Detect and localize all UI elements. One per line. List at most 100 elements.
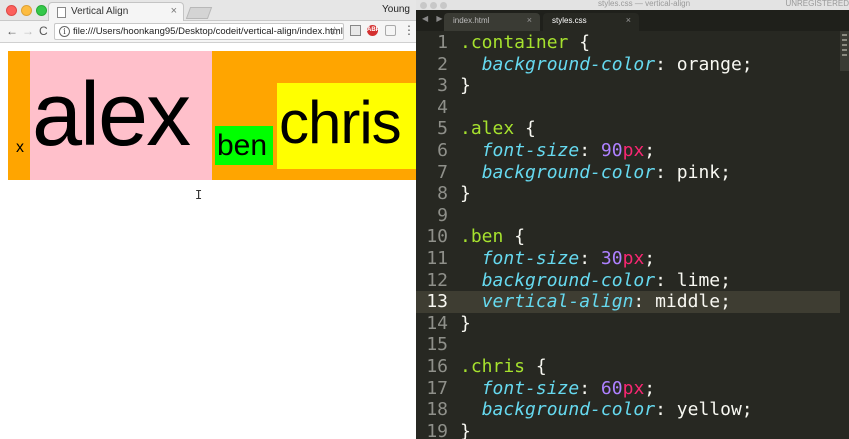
code-line[interactable]: 8} bbox=[416, 183, 840, 205]
profile-name[interactable]: Young bbox=[382, 4, 410, 15]
line-number: 19 bbox=[426, 420, 448, 439]
tab-label: index.html bbox=[453, 16, 490, 25]
browser-tab[interactable]: Vertical Align × bbox=[48, 2, 184, 21]
editor-tab-bar: ◀ ▶ index.html × styles.css × bbox=[416, 10, 849, 31]
line-number: 1 bbox=[437, 32, 448, 53]
tab-close-icon[interactable]: × bbox=[527, 15, 532, 25]
info-icon[interactable]: i bbox=[59, 26, 70, 37]
line-number: 14 bbox=[426, 312, 448, 334]
code-line[interactable]: 16 .chris { bbox=[416, 356, 840, 378]
line-number: 15 bbox=[426, 334, 448, 356]
code-line[interactable]: 2 background-color: orange; bbox=[416, 54, 840, 76]
editor-window: styles.css — vertical-align UNREGISTERED… bbox=[416, 0, 849, 439]
code-line[interactable]: 1 .container { bbox=[416, 32, 840, 54]
code-line[interactable]: 15 bbox=[416, 334, 840, 356]
line-number: 7 bbox=[437, 161, 448, 183]
page-icon bbox=[57, 7, 66, 18]
line-number: 6 bbox=[437, 140, 448, 161]
page-viewport: x alex ben chris I bbox=[0, 44, 416, 439]
maximize-window-button[interactable] bbox=[440, 2, 447, 9]
forward-arrow-icon[interactable]: → bbox=[22, 24, 34, 38]
line-number: 12 bbox=[426, 269, 448, 291]
tab-label: styles.css bbox=[552, 16, 587, 25]
tab-close-icon[interactable]: × bbox=[171, 5, 177, 17]
reload-icon[interactable]: C bbox=[39, 24, 48, 38]
code-text: .chris { bbox=[460, 356, 547, 377]
extension-icon[interactable] bbox=[385, 25, 396, 36]
tab-index-html[interactable]: index.html × bbox=[444, 13, 540, 31]
line-number: 16 bbox=[426, 356, 448, 377]
line-number: 9 bbox=[437, 204, 448, 226]
code-text: font-size: 30px; bbox=[481, 248, 656, 269]
back-arrow-icon[interactable]: ← bbox=[6, 24, 18, 38]
code-line[interactable]: 9 bbox=[416, 205, 840, 227]
tab-close-icon[interactable]: × bbox=[626, 15, 631, 25]
close-window-button[interactable] bbox=[420, 2, 427, 9]
browser-titlebar: Vertical Align × Young bbox=[0, 0, 416, 21]
code-line[interactable]: 6 font-size: 90px; bbox=[416, 140, 840, 162]
code-text: .alex { bbox=[460, 118, 536, 140]
code-line[interactable]: 13 vertical-align: middle; bbox=[416, 291, 840, 313]
code-text: .ben { bbox=[460, 226, 526, 248]
code-line[interactable]: 7 background-color: pink; bbox=[416, 162, 840, 184]
code-editor[interactable]: 1 .container {2 background-color: orange;… bbox=[416, 31, 840, 439]
code-text: } bbox=[460, 312, 471, 334]
bookmark-star-icon[interactable]: ☆ bbox=[329, 24, 340, 38]
browser-toolbar: ← → C i file:///Users/hoonkang95/Desktop… bbox=[0, 21, 416, 43]
minimize-window-button[interactable] bbox=[430, 2, 437, 9]
line-number: 3 bbox=[437, 75, 448, 97]
code-line[interactable]: 19} bbox=[416, 421, 840, 439]
editor-window-title: styles.css — vertical-align bbox=[598, 0, 691, 8]
code-text: font-size: 60px; bbox=[481, 377, 656, 399]
line-number: 5 bbox=[437, 118, 448, 140]
new-tab-button[interactable] bbox=[185, 7, 213, 19]
unregistered-label: UNREGISTERED bbox=[785, 0, 849, 8]
chris-span: chris bbox=[277, 83, 416, 169]
code-line[interactable]: 3} bbox=[416, 75, 840, 97]
extension-icon[interactable] bbox=[350, 25, 361, 36]
code-text: background-color: lime; bbox=[481, 269, 731, 291]
container-box: x alex ben chris bbox=[8, 51, 416, 180]
code-text: } bbox=[460, 75, 471, 97]
code-text: background-color: yellow; bbox=[481, 399, 753, 421]
adblock-icon[interactable]: ABP bbox=[367, 25, 380, 36]
code-line[interactable]: 10 .ben { bbox=[416, 226, 840, 248]
minimize-window-button[interactable] bbox=[21, 5, 32, 16]
x-text: x bbox=[16, 139, 24, 156]
alex-span: alex bbox=[30, 51, 212, 180]
code-line[interactable]: 4 bbox=[416, 97, 840, 119]
line-number: 8 bbox=[437, 183, 448, 205]
tab-nav-arrows-icon[interactable]: ◀ ▶ bbox=[422, 14, 446, 23]
code-text: font-size: 90px; bbox=[481, 140, 656, 161]
maximize-window-button[interactable] bbox=[36, 5, 47, 16]
line-number: 10 bbox=[426, 226, 448, 248]
line-number: 4 bbox=[437, 96, 448, 118]
address-bar[interactable]: i file:///Users/hoonkang95/Desktop/codei… bbox=[54, 23, 344, 40]
code-text: background-color: orange; bbox=[481, 53, 753, 75]
code-line[interactable]: 17 font-size: 60px; bbox=[416, 378, 840, 400]
browser-window: Vertical Align × Young ← → C i file:///U… bbox=[0, 0, 416, 439]
code-text: background-color: pink; bbox=[481, 161, 731, 183]
code-text: } bbox=[460, 183, 471, 205]
code-line[interactable]: 12 background-color: lime; bbox=[416, 270, 840, 292]
editor-titlebar: styles.css — vertical-align UNREGISTERED bbox=[416, 0, 849, 10]
line-number: 11 bbox=[426, 248, 448, 269]
line-number: 18 bbox=[426, 399, 448, 421]
text-cursor-icon: I bbox=[195, 188, 203, 202]
code-text: vertical-align: middle; bbox=[481, 291, 731, 313]
line-number: 13 bbox=[426, 291, 448, 313]
code-line[interactable]: 5 .alex { bbox=[416, 118, 840, 140]
close-window-button[interactable] bbox=[6, 5, 17, 16]
menu-icon[interactable]: ⋮ bbox=[403, 23, 415, 37]
code-text: .container { bbox=[460, 32, 591, 53]
url-text[interactable]: file:///Users/hoonkang95/Desktop/codeit/… bbox=[73, 26, 343, 37]
code-line[interactable]: 11 font-size: 30px; bbox=[416, 248, 840, 270]
line-number: 2 bbox=[437, 53, 448, 75]
ben-span: ben bbox=[215, 126, 273, 165]
tab-styles-css[interactable]: styles.css × bbox=[543, 13, 639, 31]
code-line[interactable]: 18 background-color: yellow; bbox=[416, 399, 840, 421]
code-text: } bbox=[460, 420, 471, 439]
tab-title: Vertical Align bbox=[71, 6, 129, 17]
code-line[interactable]: 14} bbox=[416, 313, 840, 335]
minimap[interactable] bbox=[840, 31, 849, 71]
